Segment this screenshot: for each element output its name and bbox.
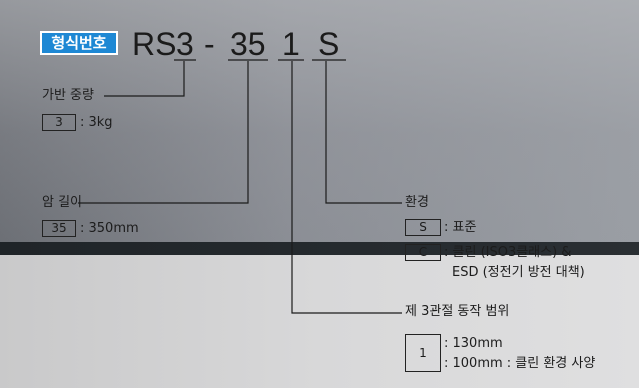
connector-joint3 [291, 61, 402, 314]
payload-code-box: 3 [42, 114, 76, 131]
payload-title: 가반 중량 [42, 88, 94, 103]
payload-desc: : 3kg [80, 115, 113, 130]
model-dash: - [204, 26, 215, 62]
arm-length-code-box: 35 [42, 220, 76, 237]
model-range-code: 1 [282, 26, 300, 62]
connector-arm [78, 61, 249, 204]
environment-option-s-desc: : 표준 [444, 220, 477, 235]
model-arm-code: 35 [230, 26, 266, 62]
joint3-title: 제 3관절 동작 범위 [405, 304, 510, 319]
joint3-code-box: 1 [405, 334, 441, 372]
model-env-code: S [318, 26, 340, 62]
connector-payload [104, 61, 185, 97]
model-number-badge: 형식번호 [40, 31, 118, 55]
joint3-desc-130mm: : 130mm [444, 336, 503, 351]
joint3-desc-100mm: : 100mm : 클린 환경 사양 [444, 356, 596, 371]
connector-environment [325, 61, 402, 204]
environment-option-c-box: C [405, 244, 441, 261]
model-load-code: 3 [176, 26, 194, 62]
environment-option-c-desc-line2: ESD (정전기 방전 대책) [452, 265, 585, 280]
environment-option-s-box: S [405, 219, 441, 236]
arm-length-title: 암 길이 [42, 195, 83, 210]
environment-title: 환경 [405, 195, 429, 210]
environment-option-c-desc: : 클린 (ISO3클래스) & [444, 245, 572, 260]
arm-length-desc: : 350mm [80, 221, 139, 236]
model-prefix: RS [132, 26, 177, 62]
